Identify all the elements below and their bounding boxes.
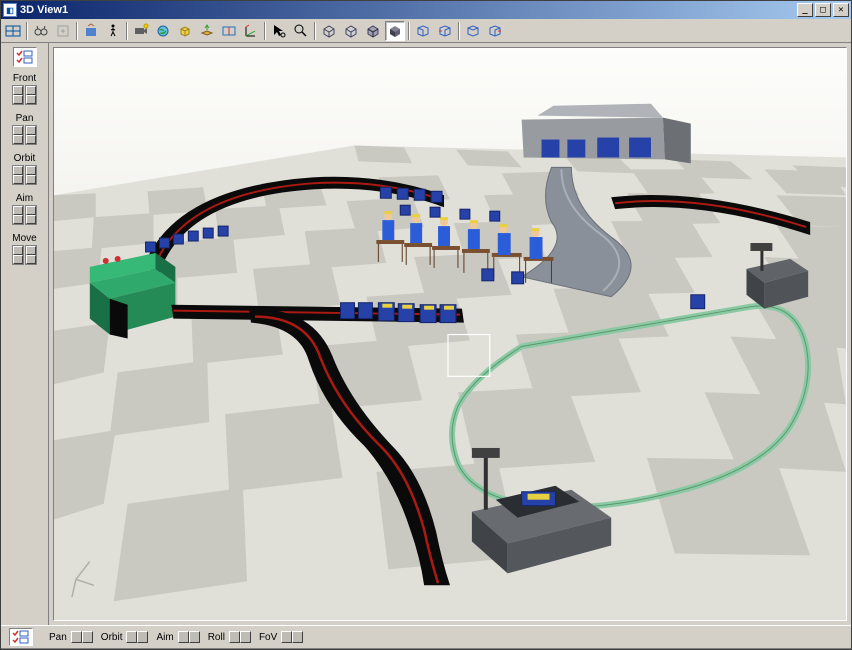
titlebar: ◧ 3D View1 _ □ ✕ [1, 1, 851, 19]
front-spinner-group [12, 85, 37, 105]
pan-control: Pan [12, 113, 37, 145]
bottom-roll-label: Roll [208, 632, 225, 643]
pan-up-1[interactable] [13, 126, 23, 135]
top-toolbar [1, 19, 851, 43]
aim-up-2[interactable] [26, 206, 36, 215]
front-down-2[interactable] [26, 95, 36, 104]
aim-right[interactable] [189, 631, 200, 643]
pan-label: Pan [16, 113, 34, 124]
aim-up-1[interactable] [13, 206, 23, 215]
orbit-down-2[interactable] [26, 175, 36, 184]
pan-right[interactable] [82, 631, 93, 643]
front-label: Front [13, 73, 36, 84]
bottom-roll-control: Roll [208, 631, 251, 643]
goto-button[interactable] [53, 21, 73, 41]
warehouse-building [522, 104, 691, 164]
move-up-1[interactable] [13, 246, 23, 255]
aim-label: Aim [16, 193, 33, 204]
pan-down-2[interactable] [26, 135, 36, 144]
globe-button[interactable] [153, 21, 173, 41]
bottom-pan-control: Pan [49, 631, 93, 643]
bottom-pan-label: Pan [49, 632, 67, 643]
orbit-label: Orbit [14, 153, 36, 164]
bottom-aim-label: Aim [156, 632, 173, 643]
orbit-right[interactable] [137, 631, 148, 643]
zoom-button[interactable] [291, 21, 311, 41]
layout-button[interactable] [3, 21, 23, 41]
orbit-up-1[interactable] [13, 166, 23, 175]
cube-copy-button[interactable] [175, 21, 195, 41]
wireframe3-button[interactable] [363, 21, 383, 41]
bottom-orbit-label: Orbit [101, 632, 123, 643]
orbit-up-2[interactable] [26, 166, 36, 175]
walk-button[interactable] [103, 21, 123, 41]
section-button[interactable] [219, 21, 239, 41]
left-toolbar: Front Pan Orbit Aim Move [1, 43, 49, 625]
bottom-fov-control: FoV [259, 631, 303, 643]
bottom-orbit-control: Orbit [101, 631, 149, 643]
pan-up-2[interactable] [26, 126, 36, 135]
scene-svg [54, 48, 846, 621]
bottom-aim-control: Aim [156, 631, 199, 643]
aim-left[interactable] [178, 631, 189, 643]
wireframe1-button[interactable] [319, 21, 339, 41]
app-icon: ◧ [3, 3, 17, 17]
pan-down-1[interactable] [13, 135, 23, 144]
fov-down[interactable] [281, 631, 292, 643]
bottom-fov-label: FoV [259, 632, 277, 643]
move-down-2[interactable] [26, 255, 36, 264]
move-up-2[interactable] [26, 246, 36, 255]
fov-up[interactable] [292, 631, 303, 643]
aim-control: Aim [12, 193, 37, 225]
pointer-button[interactable] [269, 21, 289, 41]
box-left-button[interactable] [413, 21, 433, 41]
front-up-2[interactable] [26, 86, 36, 95]
wireframe2-button[interactable] [341, 21, 361, 41]
move-control: Move [12, 233, 37, 265]
front-control: Front [12, 73, 37, 105]
3d-viewport[interactable] [53, 47, 847, 621]
minimize-button[interactable]: _ [797, 3, 813, 17]
binoculars-button[interactable] [31, 21, 51, 41]
box-right-button[interactable] [435, 21, 455, 41]
app-window: ◧ 3D View1 _ □ ✕ [0, 0, 852, 650]
box-front-button[interactable] [485, 21, 505, 41]
front-down-1[interactable] [13, 95, 23, 104]
content-area: Front Pan Orbit Aim Move [1, 43, 851, 625]
maximize-button[interactable]: □ [815, 3, 831, 17]
window-controls: _ □ ✕ [797, 3, 849, 17]
fit-button[interactable] [81, 21, 101, 41]
close-button[interactable]: ✕ [833, 3, 849, 17]
camera-button[interactable] [131, 21, 151, 41]
floor [54, 146, 846, 621]
orbit-control: Orbit [12, 153, 37, 185]
roll-right[interactable] [240, 631, 251, 643]
move-down-1[interactable] [13, 255, 23, 264]
box-back-button[interactable] [463, 21, 483, 41]
pan-left[interactable] [71, 631, 82, 643]
main-view [49, 43, 851, 625]
orbit-left[interactable] [126, 631, 137, 643]
layer-up-button[interactable] [197, 21, 217, 41]
shaded-button[interactable] [385, 21, 405, 41]
window-title: 3D View1 [20, 4, 797, 16]
front-up-1[interactable] [13, 86, 23, 95]
bottom-toolbar: Pan Orbit Aim Roll FoV [1, 625, 851, 649]
axis-button[interactable] [241, 21, 261, 41]
aim-down-2[interactable] [26, 215, 36, 224]
move-label: Move [12, 233, 36, 244]
check-grid-button[interactable] [13, 47, 37, 67]
roll-left[interactable] [229, 631, 240, 643]
aim-down-1[interactable] [13, 215, 23, 224]
orbit-down-1[interactable] [13, 175, 23, 184]
check-grid-button-bottom[interactable] [9, 628, 33, 646]
